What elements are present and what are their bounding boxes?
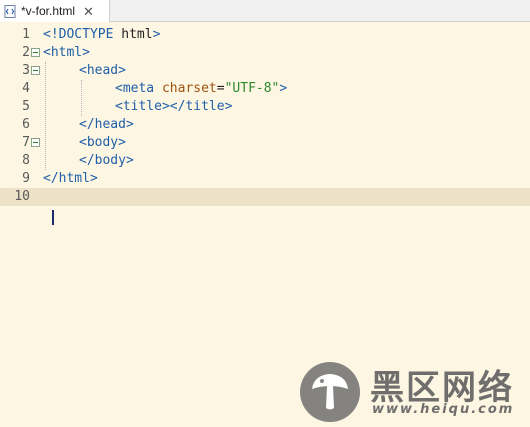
code-line[interactable]: 5 <title></title> bbox=[0, 98, 530, 116]
code-token: = bbox=[216, 81, 225, 96]
line-number: 5 bbox=[22, 99, 30, 114]
code-token: </html> bbox=[43, 171, 98, 186]
code-text: <html> bbox=[43, 44, 90, 62]
code-token: <html> bbox=[43, 45, 90, 60]
code-line[interactable]: 4 <meta charset="UTF-8"> bbox=[0, 80, 530, 98]
code-line[interactable]: 1 <!DOCTYPE html> bbox=[0, 26, 530, 44]
code-token: </body> bbox=[79, 153, 134, 168]
close-icon[interactable]: ✕ bbox=[83, 5, 94, 18]
editor-tab-v-for[interactable]: *v-for.html ✕ bbox=[0, 0, 110, 22]
watermark-url: www.heiqu.com bbox=[372, 402, 515, 417]
code-text: <title></title> bbox=[115, 98, 232, 116]
text-caret bbox=[52, 210, 54, 225]
watermark: 黑区网络 www.heiqu.com bbox=[300, 360, 530, 427]
mushroom-logo-icon bbox=[300, 362, 360, 422]
code-line[interactable]: 8 </body> bbox=[0, 152, 530, 170]
indent-guide bbox=[81, 80, 82, 116]
line-number: 10 bbox=[14, 189, 30, 204]
line-number: 4 bbox=[22, 81, 30, 96]
code-text: </head> bbox=[79, 116, 134, 134]
code-text: </html> bbox=[43, 170, 98, 188]
code-line[interactable]: 9 </html> bbox=[0, 170, 530, 188]
code-token: <!DOCTYPE bbox=[43, 27, 122, 42]
fold-collapse-icon[interactable] bbox=[31, 66, 40, 75]
fold-collapse-icon[interactable] bbox=[31, 48, 40, 57]
code-token: </head> bbox=[79, 117, 134, 132]
tab-label: *v-for.html bbox=[21, 4, 76, 18]
code-line[interactable]: 6 </head> bbox=[0, 116, 530, 134]
line-number: 2 bbox=[22, 45, 30, 60]
code-token: "UTF-8" bbox=[224, 81, 280, 96]
line-number: 9 bbox=[22, 171, 30, 186]
html-file-icon bbox=[4, 4, 17, 18]
code-line[interactable]: 7 <body> bbox=[0, 134, 530, 152]
code-token: <meta bbox=[115, 81, 162, 96]
code-text: <head> bbox=[79, 62, 126, 80]
code-token: > bbox=[279, 81, 288, 96]
code-token: charset bbox=[161, 81, 217, 96]
editor-tab-bar: *v-for.html ✕ bbox=[0, 0, 530, 22]
line-number: 8 bbox=[22, 153, 30, 168]
code-text: <body> bbox=[79, 134, 126, 152]
line-number: 6 bbox=[22, 117, 30, 132]
code-text: <meta charset="UTF-8"> bbox=[115, 80, 287, 98]
fold-collapse-icon[interactable] bbox=[31, 138, 40, 147]
indent-guide bbox=[45, 62, 46, 170]
code-token: > bbox=[152, 27, 161, 42]
code-token: <body> bbox=[79, 135, 126, 150]
line-number: 1 bbox=[22, 27, 30, 42]
code-text: <!DOCTYPE html> bbox=[43, 26, 160, 44]
line-number: 7 bbox=[22, 135, 30, 150]
current-code-line[interactable]: 10 bbox=[0, 188, 530, 206]
code-line[interactable]: 2 <html> bbox=[0, 44, 530, 62]
code-text: </body> bbox=[79, 152, 134, 170]
code-token: <head> bbox=[79, 63, 126, 78]
line-number: 3 bbox=[22, 63, 30, 78]
code-token: html bbox=[121, 27, 153, 42]
code-line[interactable]: 3 <head> bbox=[0, 62, 530, 80]
code-token: <title></title> bbox=[115, 99, 233, 114]
